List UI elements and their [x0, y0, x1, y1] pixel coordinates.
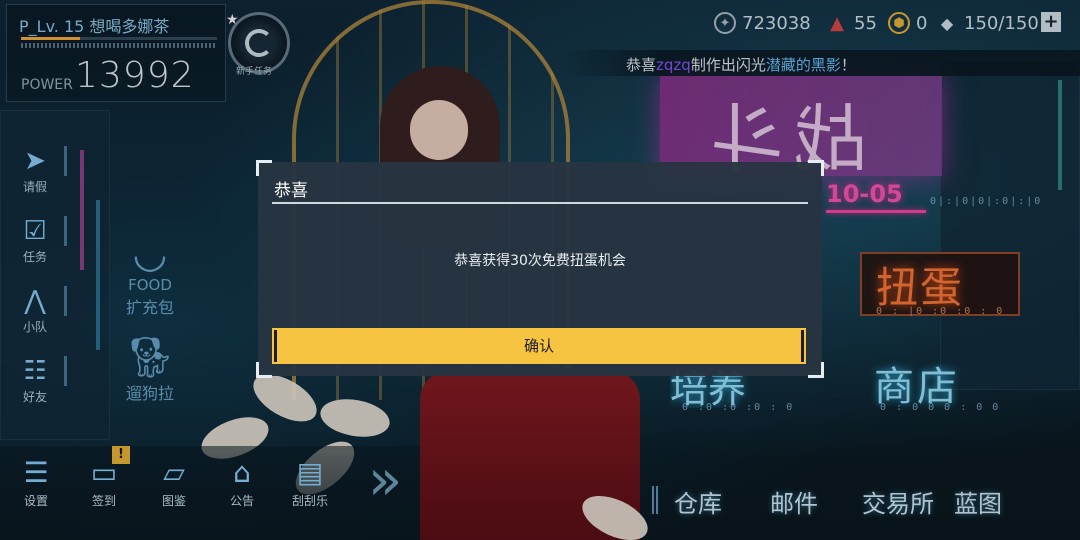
corner-bracket — [256, 160, 272, 176]
corner-bracket — [256, 362, 272, 378]
confirm-button[interactable]: 确认 — [272, 328, 806, 364]
reward-dialog: 恭喜 恭喜获得30次免费扭蛋机会 确认 — [256, 160, 824, 378]
corner-bracket — [808, 362, 824, 378]
dialog-title: 恭喜 — [274, 181, 308, 201]
dialog-message: 恭喜获得30次免费扭蛋机会 — [454, 253, 626, 269]
corner-bracket — [808, 160, 824, 176]
dialog-divider — [272, 202, 808, 204]
